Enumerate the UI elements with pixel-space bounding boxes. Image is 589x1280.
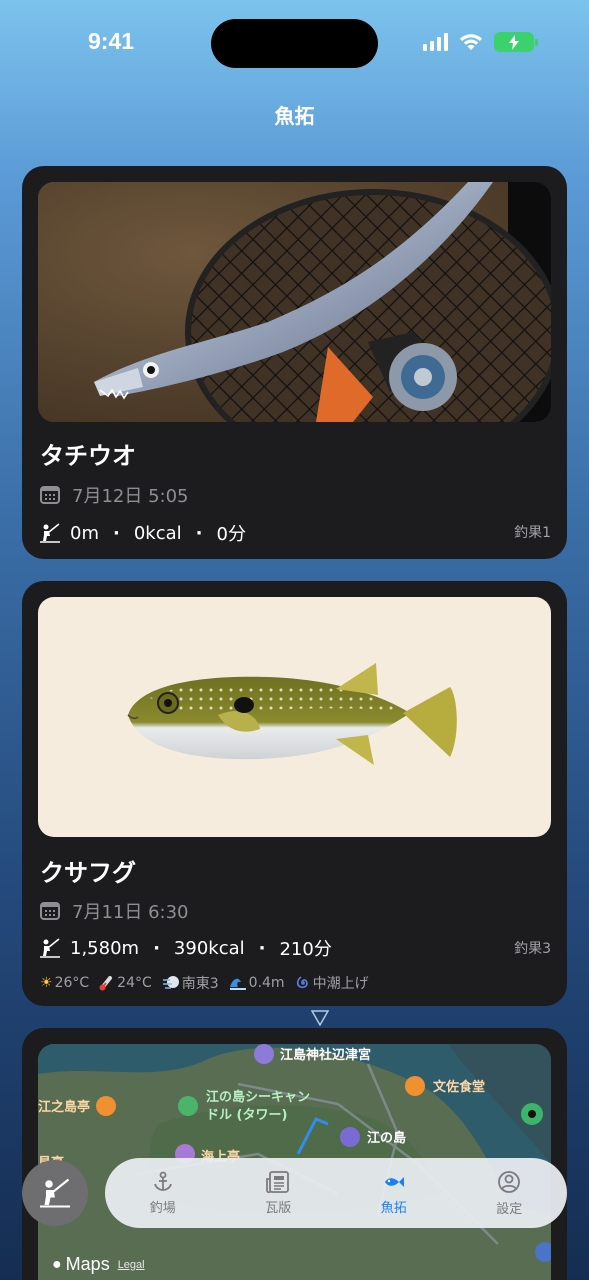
angler-icon	[40, 1178, 70, 1208]
thermometer-icon	[99, 976, 113, 991]
separator-dot: ·	[113, 522, 120, 544]
wind-icon	[162, 976, 179, 989]
tab-settings[interactable]: 設定	[452, 1158, 568, 1228]
wifi-icon	[460, 34, 482, 50]
catch-date: 7月12日 5:05	[40, 482, 189, 508]
catch-card-kusafugu[interactable]: クサフグ 7月11日 6:30 1,580m · 390kcal · 210分 …	[22, 581, 567, 1006]
spiral-icon	[296, 976, 308, 989]
tab-gyotaku[interactable]: 魚拓	[336, 1158, 452, 1228]
tab-fishing-spots[interactable]: 釣場	[105, 1158, 221, 1228]
maps-attribution: ● Maps Legal	[52, 1254, 145, 1274]
water-temp: 24°C	[99, 975, 152, 991]
status-time: 9:41	[88, 28, 135, 54]
catch-card-tachiuo[interactable]: タチウオ 7月12日 5:05 0m · 0kcal · 0分 釣果1	[22, 166, 567, 559]
map-label-enoshima: 江の島	[367, 1130, 406, 1146]
catch-date: 7月11日 6:30	[40, 898, 189, 924]
separator-dot: ·	[258, 937, 266, 959]
calendar-icon	[40, 486, 60, 504]
tide: 中潮上げ	[295, 973, 369, 993]
calories-value: 0kcal	[133, 522, 182, 544]
catch-count: 釣果1	[514, 525, 551, 541]
distance-value: 0m	[70, 522, 99, 544]
fish-icon	[384, 1176, 404, 1187]
cellular-signal-icon	[423, 33, 448, 51]
duration-value: 210分	[279, 939, 332, 960]
sun-icon: ☀	[40, 975, 53, 991]
calendar-icon	[40, 902, 60, 920]
fish-name: クサフグ	[40, 859, 136, 887]
wave-icon	[229, 978, 246, 990]
map-label-shrine: 江島神社辺津宮	[280, 1047, 371, 1063]
catch-date-text: 7月11日 6:30	[72, 902, 189, 923]
fish-name: タチウオ	[40, 442, 136, 470]
wave: 0.4m	[229, 975, 285, 991]
person-icon	[498, 1170, 521, 1193]
status-icons	[423, 32, 538, 52]
tab-bar: 釣場 瓦版 魚拓 設定	[105, 1158, 567, 1228]
compass-marker-icon	[311, 1010, 329, 1026]
svg-text:江の島シーキャン: 江の島シーキャン	[206, 1089, 310, 1105]
calories-value: 390kcal	[173, 937, 245, 959]
start-fishing-button[interactable]	[22, 1160, 88, 1226]
status-bar: 9:41	[0, 0, 589, 90]
catch-date-text: 7月12日 5:05	[72, 486, 189, 507]
catch-card-map[interactable]: 江島神社辺津宮 文佐食堂 江の島シーキャン ドル (タワー) 江の島 江之島亭 …	[22, 1028, 567, 1280]
catch-count: 釣果3	[514, 941, 551, 957]
activity-stats: 0m · 0kcal · 0分	[40, 520, 246, 546]
legal-link[interactable]: Legal	[118, 1259, 145, 1271]
angler-icon	[40, 938, 60, 958]
newspaper-icon	[266, 1170, 290, 1193]
separator-dot: ·	[153, 937, 160, 959]
page-title: 魚拓	[274, 104, 315, 128]
air-temp: ☀ 26°C	[40, 975, 90, 991]
fish-illustration	[38, 597, 551, 837]
angler-icon	[40, 523, 60, 543]
tab-news[interactable]: 瓦版	[221, 1158, 337, 1228]
svg-text:ドル (タワー): ドル (タワー)	[206, 1108, 287, 1123]
duration-value: 0分	[216, 524, 246, 545]
battery-icon	[494, 32, 538, 52]
separator-dot: ·	[195, 522, 203, 544]
distance-value: 1,580m	[70, 937, 140, 959]
anchor-icon	[153, 1171, 172, 1191]
map-label-restaurant: 文佐食堂	[433, 1079, 485, 1095]
apple-logo-icon: ●	[52, 1255, 62, 1273]
activity-stats: 1,580m · 390kcal · 210分	[40, 935, 332, 961]
fish-photo	[38, 182, 551, 422]
weather-row: ☀ 26°C 24°C 南東3 0.4m 中潮上げ	[40, 973, 369, 993]
wind: 南東3	[162, 973, 219, 993]
map-label-left-restaurant: 江之島亭	[38, 1099, 90, 1115]
dynamic-island	[211, 19, 378, 68]
